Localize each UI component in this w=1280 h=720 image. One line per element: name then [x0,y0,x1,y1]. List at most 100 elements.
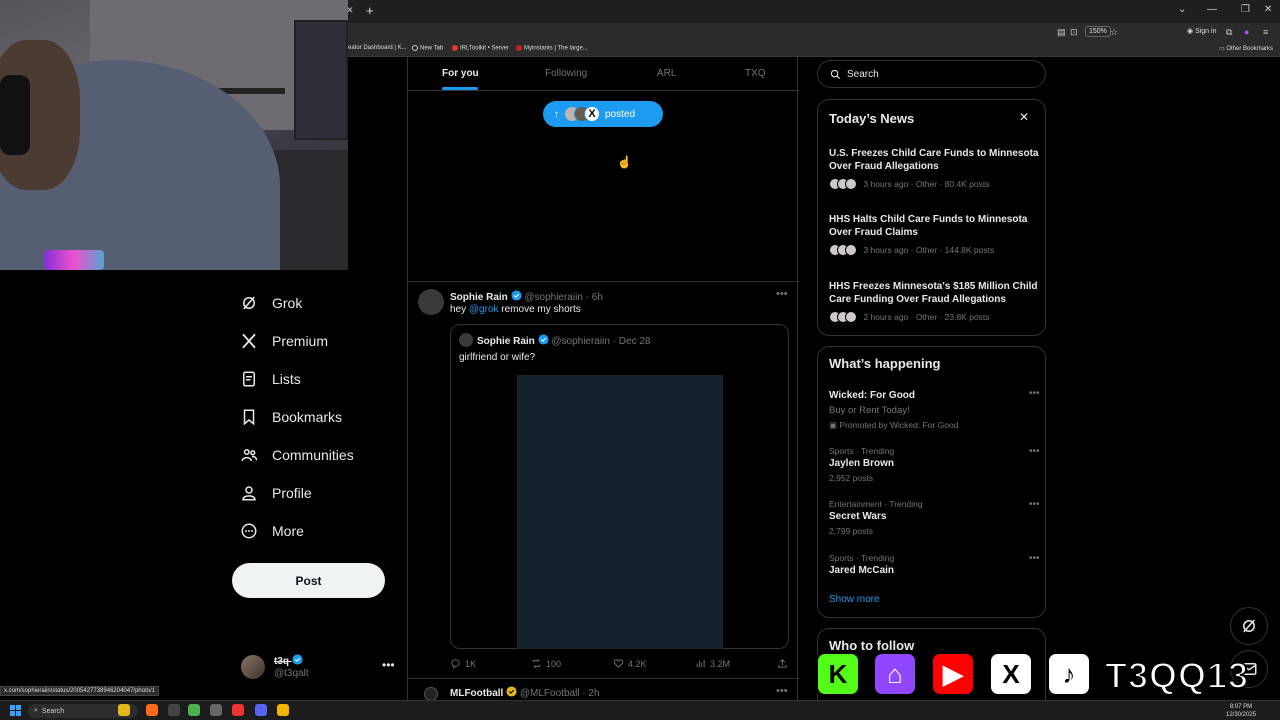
nav-item-profile[interactable]: Profile [240,481,312,505]
nav-item-bookmarks[interactable]: Bookmarks [240,405,342,429]
more-dots-icon[interactable]: ••• [1029,499,1040,510]
repost-count: 100 [546,658,562,669]
bookmark-item[interactable]: IRLToolkit • Server [452,45,509,52]
firefox-icon[interactable] [146,704,158,716]
grok-floating-button[interactable] [1230,607,1268,645]
tiktok-icon: ♪ [1046,651,1092,697]
extensions-icon[interactable]: ⧉ [1226,27,1232,38]
nav-item-premium[interactable]: Premium [240,329,328,353]
bookmark-item[interactable]: Myinstants | The large... [516,45,588,52]
post-button[interactable]: Post [232,563,385,598]
reader-icon[interactable]: ▤ [1057,27,1066,38]
tweet-text: hey @grok remove my shorts [450,304,581,315]
more-dots-icon[interactable]: ••• [776,685,788,697]
kick-icon: K [815,651,861,697]
trend-item[interactable]: Sports · Trending Jared McCain ••• [829,553,1041,576]
app-icon[interactable] [168,704,180,716]
bookmark-item[interactable]: New Tab [412,45,443,52]
new-posts-pill[interactable]: ↑ X posted [543,101,663,127]
bookmark-star-icon[interactable]: ☆ [1110,27,1118,38]
news-meta-text: 3 hours ago · Other · 144.8K posts [863,245,995,255]
tweet-author-name[interactable]: MLFootball [450,688,503,699]
other-bookmarks[interactable]: ▭ Other Bookmarks [1219,45,1273,52]
menu-icon[interactable]: ≡ [1263,27,1268,37]
tweet-handle[interactable]: @MLFootball [520,688,580,699]
tweet[interactable]: Sophie Rain @sophieraiin · 6h ••• hey @g… [408,281,799,669]
bookmark-item[interactable]: eator Dashboard | K... [348,45,407,51]
taskbar-search-label: Search [41,707,65,715]
avatar[interactable] [424,687,438,701]
tweet-handle[interactable]: @sophieraiin [524,292,583,303]
reply-button[interactable]: 1K [450,658,476,669]
sign-in-button[interactable]: ◉ Sign in [1187,27,1216,35]
active-tab-indicator [442,87,478,90]
chrome-icon[interactable] [277,704,289,716]
avatar [241,655,265,679]
app-icon[interactable] [232,704,244,716]
communities-icon [241,449,258,462]
nav-label: Bookmarks [272,409,343,425]
tab-list-chevron-icon[interactable]: ⌄ [1178,4,1186,15]
news-item[interactable]: HHS Halts Child Care Funds to Minnesota … [829,213,1041,256]
tweet-time[interactable]: 6h [592,292,603,303]
maximize-icon[interactable]: ❐ [1241,4,1250,15]
avatar[interactable] [418,289,444,315]
search-placeholder: Search [847,68,879,80]
repost-button[interactable]: 100 [531,658,561,669]
grok-icon [243,296,255,310]
like-button[interactable]: 4.2K [613,658,647,669]
trend-item[interactable]: Entertainment · Trending Secret Wars 2,7… [829,499,1041,536]
screenshot-icon[interactable]: ⊡ [1070,27,1078,38]
nav-item-more[interactable]: More [240,519,304,543]
mention-link[interactable]: @grok [469,304,499,315]
taskbar-clock[interactable]: 8:07 PM 12/30/2025 [1226,703,1256,719]
zoom-level-badge[interactable]: 150% [1085,26,1111,37]
tab-following[interactable]: Following [545,68,587,79]
more-dots-icon[interactable]: ••• [1029,388,1040,399]
tweet-time[interactable]: 2h [588,688,599,699]
tab-arl[interactable]: ARL [657,68,676,79]
x-logo-icon: X [584,106,600,122]
nav-item-communities[interactable]: Communities [240,443,354,467]
new-tab-icon[interactable]: + [366,3,374,18]
globe-icon [412,45,418,51]
more-dots-icon[interactable]: ••• [1029,553,1040,564]
quoted-tweet[interactable]: Sophie Rain @sophieraiin · Dec 28 girlfr… [450,324,789,649]
minimize-icon[interactable]: — [1207,4,1217,15]
close-icon[interactable]: ✕ [1019,110,1029,124]
tweet-author-name[interactable]: Sophie Rain [450,292,508,303]
file-explorer-icon[interactable] [118,704,130,716]
nav-item-lists[interactable]: Lists [240,367,301,391]
news-item[interactable]: U.S. Freezes Child Care Funds to Minneso… [829,147,1041,190]
nav-label: Profile [272,485,312,501]
more-dots-icon[interactable]: ••• [776,288,788,300]
other-bookmarks-label: Other Bookmarks [1226,46,1274,52]
account-name: t3q [274,654,303,667]
profile-icon[interactable]: ● [1244,27,1249,37]
chrome-icon[interactable] [188,704,200,716]
views-button[interactable]: 3.2M [695,658,730,669]
share-button[interactable] [777,658,788,669]
more-dots-icon[interactable]: ••• [382,658,395,672]
trend-subtitle: Buy or Rent Today! [829,405,910,416]
account-switcher[interactable]: t3q @t3qalt ••• [241,652,396,684]
news-item[interactable]: HHS Freezes Minnesota's $185 Million Chi… [829,280,1041,323]
windows-start-icon[interactable] [10,705,21,716]
nav-item-grok[interactable]: Grok [240,291,302,315]
tab-txq[interactable]: TXQ [745,68,766,79]
more-dots-icon[interactable]: ••• [1029,446,1040,457]
promoted-icon: ▣ [829,420,838,430]
tab-for-you[interactable]: For you [442,68,479,79]
quote-media[interactable] [517,375,723,649]
promoted-trend[interactable]: Wicked: For Good Buy or Rent Today! ▣ Pr… [829,388,1041,431]
window-close-icon[interactable]: ✕ [1264,4,1272,15]
show-more-link[interactable]: Show more [829,594,880,605]
search-input[interactable]: Search [817,60,1046,88]
steam-icon[interactable] [210,704,222,716]
news-headline: HHS Halts Child Care Funds to Minnesota … [829,214,1028,238]
quote-text: girlfriend or wife? [459,352,536,363]
timeline: For you Following ARL TXQ ↑ X posted Sop… [407,57,799,720]
discord-icon[interactable] [255,704,267,716]
trend-item[interactable]: Sports · Trending Jaylen Brown 2,952 pos… [829,446,1041,483]
trend-name: Secret Wars [829,511,887,522]
